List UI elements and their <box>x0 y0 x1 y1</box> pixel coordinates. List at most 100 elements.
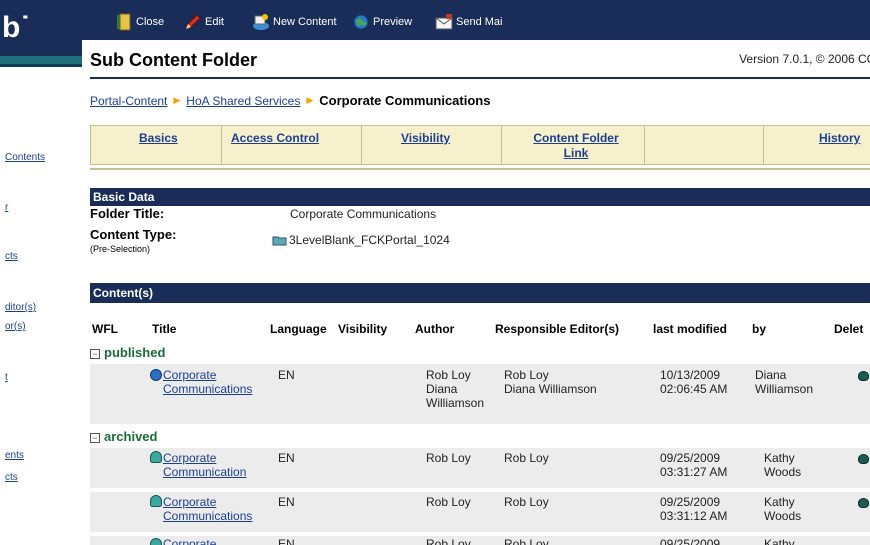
row-date: 09/25/2009 <box>660 537 721 545</box>
folder-title-value: Corporate Communications <box>290 207 437 221</box>
row-by: Diana Williamson <box>755 368 813 396</box>
row-language: EN <box>278 368 295 382</box>
tab-separator <box>221 126 222 164</box>
globe-preview-icon <box>352 13 370 31</box>
row-title-line1[interactable]: Corporate <box>163 368 216 382</box>
row-by-line1: Kathy <box>764 451 795 465</box>
chevron-right-icon: ▶ <box>173 95 181 105</box>
tab-basics[interactable]: Basics <box>139 131 178 145</box>
row-title[interactable]: Corporate Communication <box>163 451 246 479</box>
sidebar-item-contents[interactable]: Contents <box>5 152 45 163</box>
content-type-label: Content Type: <box>90 227 177 242</box>
col-delete[interactable]: Delet <box>834 322 863 336</box>
row-date: 09/25/2009 <box>660 451 721 465</box>
new-content-button[interactable]: New Content <box>252 12 337 32</box>
row-title[interactable]: Corporate <box>163 537 216 545</box>
row-title-line1[interactable]: Corporate <box>163 451 216 465</box>
row-author-line2: Diana <box>426 382 458 396</box>
row-title-line2[interactable]: Communications <box>163 382 252 396</box>
tab-content-folder-link-line2: Link <box>563 146 589 160</box>
tab-bar: Basics Access Control Visibility Content… <box>90 125 870 165</box>
sidebar-item-5[interactable]: or(s) <box>5 321 26 332</box>
preview-button[interactable]: Preview <box>352 12 412 32</box>
send-mail-label: Send Mai <box>456 16 503 28</box>
table-row[interactable]: Corporate Communications EN Rob Loy Rob … <box>90 492 870 532</box>
row-editors: Rob Loy Diana Williamson <box>504 368 597 396</box>
row-title-line2[interactable]: Communication <box>163 465 246 479</box>
sidebar: b˙ Contents r cts ditor(s) or(s) t ents … <box>0 0 83 545</box>
row-title-line1[interactable]: Corporate <box>163 537 216 545</box>
col-last-modified[interactable]: last modified <box>653 322 727 336</box>
edit-button[interactable]: Edit <box>184 12 224 32</box>
row-language: EN <box>278 537 295 545</box>
col-title[interactable]: Title <box>152 322 176 336</box>
row-by-line2: Woods <box>764 509 802 523</box>
tab-access-control[interactable]: Access Control <box>231 131 319 145</box>
table-row[interactable]: Corporate Communication EN Rob Loy Rob L… <box>90 448 870 488</box>
breadcrumb-hoa-shared-services[interactable]: HoA Shared Services <box>186 94 300 108</box>
col-language[interactable]: Language <box>270 322 327 336</box>
col-author[interactable]: Author <box>415 322 454 336</box>
delete-icon[interactable] <box>858 454 869 464</box>
row-by: Kathy <box>764 537 795 545</box>
row-language: EN <box>278 495 295 509</box>
tab-history[interactable]: History <box>819 131 860 145</box>
row-date: 09/25/2009 <box>660 495 721 509</box>
group-archived[interactable]: − archived <box>90 429 157 444</box>
row-by-line1: Kathy <box>764 495 795 509</box>
row-time: 03:31:12 AM <box>660 509 728 523</box>
archived-icon <box>150 451 162 463</box>
row-editor: Rob Loy <box>504 495 549 509</box>
col-visibility[interactable]: Visibility <box>338 322 387 336</box>
edit-label: Edit <box>205 16 224 28</box>
row-editor: Rob Loy <box>504 451 549 465</box>
toolbar: Close Edit New Content Preview Send Mai <box>82 0 870 40</box>
sidebar-item-6[interactable]: t <box>5 372 8 383</box>
group-published-label: published <box>104 345 166 360</box>
row-title[interactable]: Corporate Communications <box>163 495 252 523</box>
sidebar-item-4[interactable]: ditor(s) <box>5 302 36 313</box>
tab-content-folder-link[interactable]: Content Folder Link <box>511 131 641 161</box>
send-mail-icon <box>435 13 453 31</box>
delete-icon[interactable] <box>858 498 869 508</box>
tab-bar-underline <box>90 168 870 170</box>
row-title[interactable]: Corporate Communications <box>163 368 252 396</box>
delete-icon[interactable] <box>858 371 869 381</box>
sidebar-item-2[interactable]: r <box>5 202 8 213</box>
close-button[interactable]: Close <box>115 12 164 32</box>
title-divider <box>90 77 870 79</box>
close-door-icon <box>115 13 133 31</box>
row-title-line2[interactable]: Communications <box>163 509 252 523</box>
brand-logo: b˙ <box>0 0 82 56</box>
pencil-icon <box>184 13 202 31</box>
folder-title-label: Folder Title: <box>90 206 165 221</box>
row-by-line2: Woods <box>764 465 802 479</box>
version-info: Version 7.0.1, © 2006 CO <box>739 52 870 66</box>
sidebar-item-7[interactable]: ents <box>5 450 24 461</box>
tab-separator <box>501 126 502 164</box>
send-mail-button[interactable]: Send Mai <box>435 12 502 32</box>
sidebar-item-3[interactable]: cts <box>5 251 18 262</box>
row-author-line3: Williamson <box>426 396 485 410</box>
row-author: Rob Loy <box>426 451 471 465</box>
tab-separator <box>644 126 645 164</box>
basic-data-header: Basic Data <box>90 188 870 206</box>
table-row[interactable]: Corporate Communications EN Rob Loy Dian… <box>90 364 870 424</box>
table-row[interactable]: Corporate EN Rob Loy Rob Loy 09/25/2009 … <box>90 536 870 545</box>
sidebar-item-8[interactable]: cts <box>5 472 18 483</box>
page-title: Sub Content Folder <box>90 50 257 70</box>
col-wfl[interactable]: WFL <box>92 322 118 336</box>
published-globe-icon <box>150 369 162 381</box>
row-time: 03:31:27 AM <box>660 465 728 479</box>
row-by-line2: Williamson <box>755 382 814 396</box>
tab-visibility[interactable]: Visibility <box>401 131 450 145</box>
group-published[interactable]: − published <box>90 345 165 360</box>
collapse-icon[interactable]: − <box>90 348 100 359</box>
content-type-value: 3LevelBlank_FCKPortal_1024 <box>289 233 450 247</box>
col-by[interactable]: by <box>752 322 766 336</box>
row-title-line1[interactable]: Corporate <box>163 495 216 509</box>
col-responsible-editors[interactable]: Responsible Editor(s) <box>495 322 619 336</box>
collapse-icon[interactable]: − <box>90 432 100 443</box>
breadcrumb-portal-content[interactable]: Portal-Content <box>90 94 167 108</box>
new-content-icon <box>252 13 270 31</box>
